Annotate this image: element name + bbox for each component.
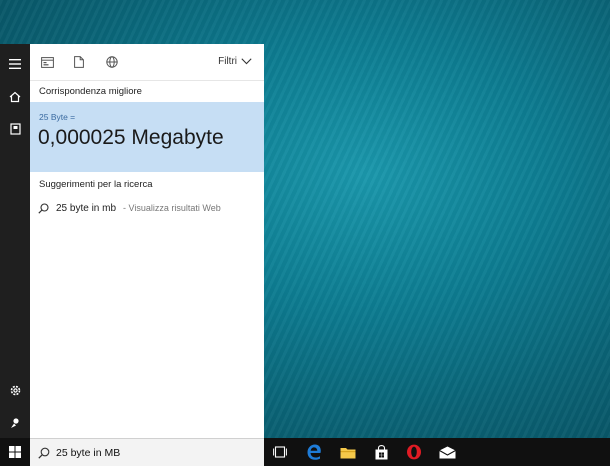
documents-tab-icon[interactable] — [70, 54, 88, 70]
windows-start-icon[interactable] — [0, 438, 30, 466]
hamburger-menu-icon[interactable] — [0, 51, 30, 77]
suggestion-query: 25 byte in mb — [56, 202, 117, 214]
filter-dropdown[interactable]: Filtri — [218, 56, 252, 67]
suggestions-heading: Suggerimenti per la ricerca — [39, 179, 153, 190]
notebook-icon[interactable] — [0, 116, 30, 142]
edge-icon[interactable] — [302, 442, 326, 462]
store-icon[interactable] — [369, 442, 393, 462]
best-match-heading: Corrispondenza migliore — [39, 86, 142, 97]
mail-icon[interactable] — [435, 442, 459, 462]
search-icon — [38, 202, 49, 214]
chevron-down-icon — [241, 58, 252, 65]
apps-tab-icon[interactable] — [38, 54, 56, 70]
home-icon[interactable] — [0, 84, 30, 110]
conversion-result: 0,000025 Megabyte — [38, 126, 224, 149]
taskbar — [0, 438, 610, 466]
web-tab-icon[interactable] — [103, 54, 121, 70]
taskbar-search-box[interactable] — [30, 438, 264, 466]
settings-gear-icon[interactable] — [0, 377, 30, 403]
feedback-icon[interactable] — [0, 410, 30, 436]
suggestion-action: - Visualizza risultati Web — [123, 203, 221, 213]
suggestion-item[interactable]: 25 byte in mb - Visualizza risultati Web — [38, 201, 221, 215]
opera-icon[interactable] — [402, 442, 426, 462]
conversion-query: 25 Byte = — [39, 112, 76, 122]
search-results-panel: Filtri Corrispondenza migliore 25 Byte =… — [30, 44, 264, 438]
file-explorer-icon[interactable] — [336, 442, 360, 462]
cortana-left-rail — [0, 44, 30, 438]
best-match-result[interactable]: 25 Byte = 0,000025 Megabyte — [30, 102, 264, 172]
filter-label: Filtri — [218, 56, 237, 67]
search-icon — [38, 447, 50, 459]
filter-tabs: Filtri — [30, 44, 264, 81]
task-view-icon[interactable] — [268, 442, 292, 462]
search-input[interactable] — [56, 446, 236, 459]
